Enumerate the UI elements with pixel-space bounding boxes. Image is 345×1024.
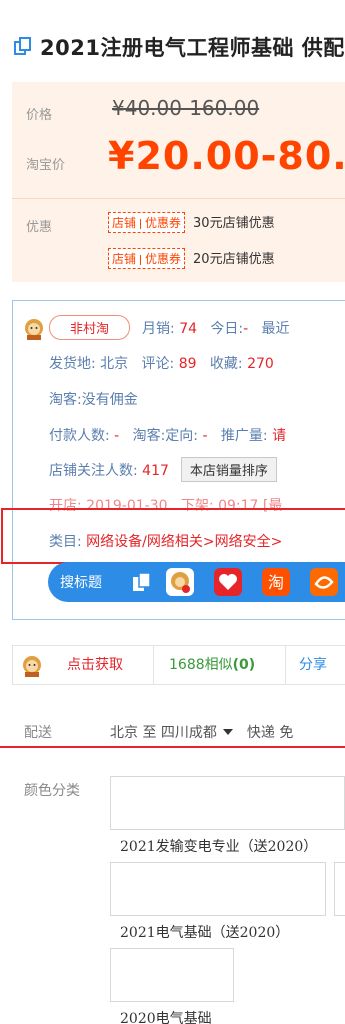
location-row: 发货地: 北京 评论: 89 收藏: 270 [49,356,274,372]
svg-text:淘: 淘 [268,573,284,592]
shipping-label: 配送 [24,725,52,741]
similar-1688-button[interactable]: 1688相似(0) [169,646,255,684]
sku-option-image[interactable] [110,776,345,830]
share-button[interactable]: 分享 [299,646,327,684]
shop-coupon-tag: 店铺 优惠券 [108,248,186,269]
search-title-button[interactable]: 搜标题 [60,572,102,592]
coupon-text: 30元店铺优惠 [193,216,275,231]
mascot-icon [23,656,41,677]
promo-label: 优惠 [26,220,53,235]
shop-coupon-tag: 店铺 优惠券 [108,212,186,233]
sku-option-label[interactable]: 2020电气基础 [120,1008,212,1024]
original-price: ¥40.00-160.00 [112,96,260,120]
coupon-text: 20元店铺优惠 [193,252,275,267]
price-label: 价格 [26,108,53,123]
payers-row: 付款人数: - 淘客:定向: - 推广量: 请 [49,428,287,444]
sku-option-image[interactable] [334,862,345,916]
non-rural-badge[interactable]: 非村淘 [49,315,131,340]
heart-icon[interactable] [214,568,242,596]
copy-icon[interactable] [12,35,34,57]
get-button[interactable]: 点击获取 [67,646,123,684]
coupon-row[interactable]: 店铺 优惠券 30元店铺优惠 [108,212,275,233]
review-count: 89 [178,356,197,372]
shipping-row: 配送 北京 至 四川成都 快递 免 [0,718,345,748]
followers-count: 417 [142,463,169,479]
sku-option-image[interactable] [110,862,326,916]
sku-option-image[interactable] [110,948,234,1002]
price-panel: 价格 ¥40.00-160.00 淘宝价 ¥20.00-80. 优惠 店铺 优惠券… [12,82,345,282]
chevron-down-icon [222,729,233,735]
color-category-label: 颜色分类 [24,783,80,799]
shipping-route[interactable]: 北京 至 四川成都 快递 免 [110,722,293,742]
sku-option-label[interactable]: 2021发输变电专业（送2020） [120,836,317,856]
product-title-text: 2021注册电气工程师基础 供配电 [40,36,345,60]
followers-row: 店铺关注人数: 417 本店销量排序 [49,457,277,482]
taobao-price-label: 淘宝价 [26,158,66,173]
sku-option-label[interactable]: 2021电气基础（送2020） [120,922,289,942]
taobao-icon[interactable]: 淘 [262,568,290,596]
mascot-search-icon[interactable] [166,568,194,596]
fav-count: 270 [247,356,274,372]
mascot-icon [25,319,43,340]
product-title: 2021注册电气工程师基础 供配电 [0,28,345,64]
action-row: 点击获取 1688相似(0) 分享 [12,645,345,685]
shop-sales-rank-button[interactable]: 本店销量排序 [180,457,277,482]
shipping-method: 快递 免 [246,725,294,741]
sales-row: 非村淘 月销: 74 今日:- 最近 [49,315,290,340]
alibaba-icon[interactable] [310,568,338,596]
plugin-toolbar: 搜标题 淘 [48,562,345,602]
taobao-price: ¥20.00-80. [108,134,345,178]
affiliate-row: 淘客:没有佣金 [49,392,138,408]
red-underline [0,746,345,748]
coupon-row[interactable]: 店铺 优惠券 20元店铺优惠 [108,248,275,269]
copy-icon[interactable] [128,568,156,596]
divider [12,198,345,199]
highlight-box [1,508,345,564]
monthly-sales: 74 [179,321,198,337]
